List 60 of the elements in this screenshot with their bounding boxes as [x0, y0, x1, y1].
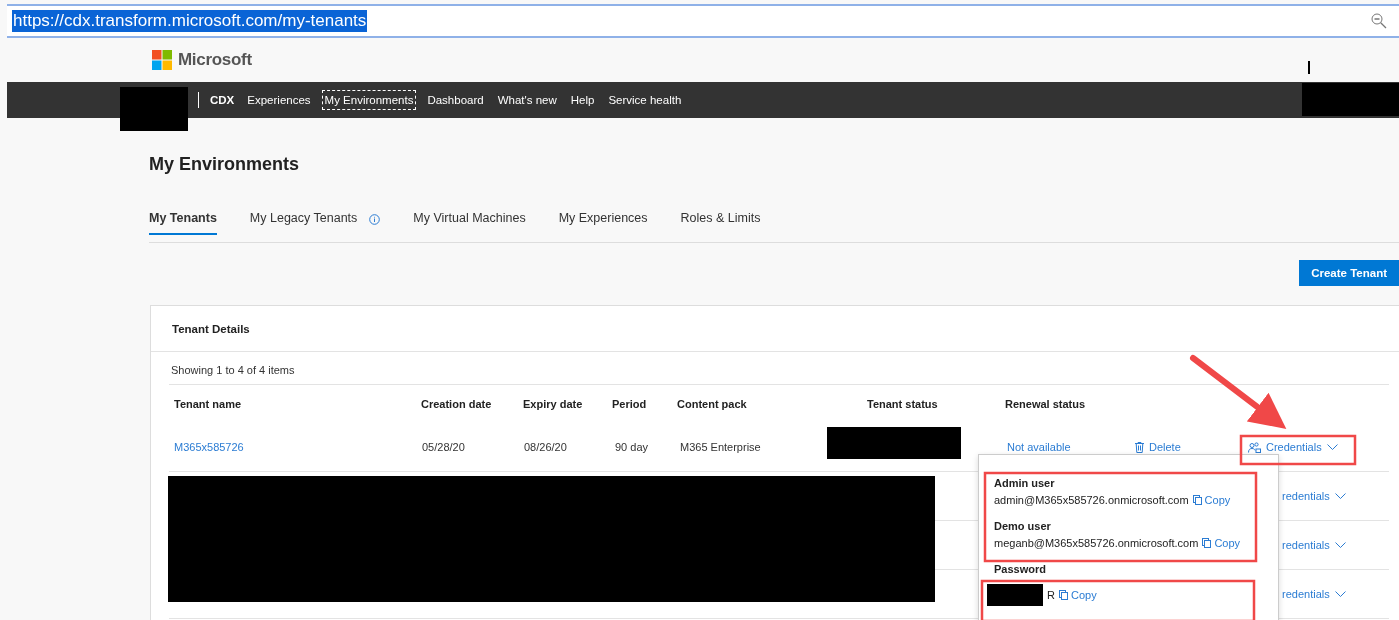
chevron-down-icon	[1326, 444, 1338, 450]
table-cell-text: 05/28/20	[421, 441, 465, 453]
tab[interactable]: My Experiences	[558, 211, 648, 235]
info-icon	[369, 214, 381, 225]
logo-text: Microsoft	[178, 50, 252, 70]
logo-icon	[152, 50, 172, 70]
tenant-link[interactable]: M365x585726	[169, 441, 244, 453]
credentials-link[interactable]: redentials	[1246, 539, 1346, 551]
nav-link[interactable]: Dashboard	[424, 90, 487, 110]
table-cell-text: 08/26/20	[523, 441, 567, 453]
page-title: My Environments	[149, 154, 301, 175]
tab[interactable]: Roles & Limits	[680, 211, 761, 235]
renewal-status-link[interactable]: Not available	[1000, 441, 1071, 453]
user-email: meganb@M365x585726.onmicrosoft.com	[994, 537, 1199, 549]
copy-link[interactable]: Copy	[1058, 589, 1097, 601]
column-header: Expiry date	[522, 398, 584, 410]
nav-link[interactable]: Service health	[605, 90, 685, 110]
column-header: Tenant name	[173, 398, 243, 410]
text-cursor	[1308, 61, 1310, 74]
credentials-link[interactable]: redentials	[1246, 490, 1346, 502]
credentials-link[interactable]: Credentials	[1246, 441, 1338, 453]
site-name[interactable]: CDX	[198, 92, 235, 108]
credentials-link[interactable]: redentials	[1246, 588, 1346, 600]
chevron-down-icon	[1334, 591, 1346, 597]
column-header: Tenant status	[866, 398, 939, 410]
tab[interactable]: My Legacy Tenants	[249, 211, 381, 235]
user-email: admin@M365x585726.onmicrosoft.com	[994, 494, 1189, 506]
nav-link[interactable]: What's new	[494, 90, 560, 110]
nav-link[interactable]: My Environments	[321, 90, 417, 110]
people-lock-icon	[1248, 441, 1261, 453]
table-cell-text: 90 day	[614, 441, 649, 453]
chevron-down-icon	[1334, 493, 1346, 499]
column-header: Content pack	[676, 398, 748, 410]
copy-link[interactable]: Copy	[1202, 537, 1241, 549]
table-cell-text: M365 Enterprise	[679, 441, 761, 453]
chevron-down-icon	[1334, 542, 1346, 548]
column-header: Creation date	[420, 398, 493, 410]
tab[interactable]: My Virtual Machines	[413, 211, 526, 235]
card-title: Tenant Details	[172, 322, 250, 335]
nav-link[interactable]: Experiences	[244, 90, 314, 110]
redaction-block	[987, 584, 1043, 606]
password-label: Password	[994, 563, 1047, 575]
nav-link[interactable]: Help	[567, 90, 598, 110]
copy-icon	[1058, 590, 1068, 600]
trash-icon	[1135, 441, 1144, 453]
item-count: Showing 1 to 4 of 4 items	[170, 363, 296, 378]
user-label: Demo user	[994, 520, 1052, 532]
create-tenant-button[interactable]: Create Tenant	[1299, 260, 1399, 286]
zoom-out-icon[interactable]	[1371, 13, 1387, 29]
column-header: Period	[611, 398, 648, 410]
column-header: Renewal status	[1004, 398, 1087, 410]
password-text: R	[1047, 589, 1055, 601]
copy-link[interactable]: Copy	[1192, 494, 1231, 506]
redaction-block	[120, 87, 188, 131]
tab[interactable]: My Tenants	[149, 211, 217, 235]
delete-link[interactable]: Delete	[1130, 441, 1181, 453]
copy-icon	[1202, 538, 1212, 548]
url-text[interactable]: https://cdx.transform.microsoft.com/my-tenants	[12, 10, 368, 32]
user-label: Admin user	[994, 477, 1056, 489]
copy-icon	[1192, 495, 1202, 505]
